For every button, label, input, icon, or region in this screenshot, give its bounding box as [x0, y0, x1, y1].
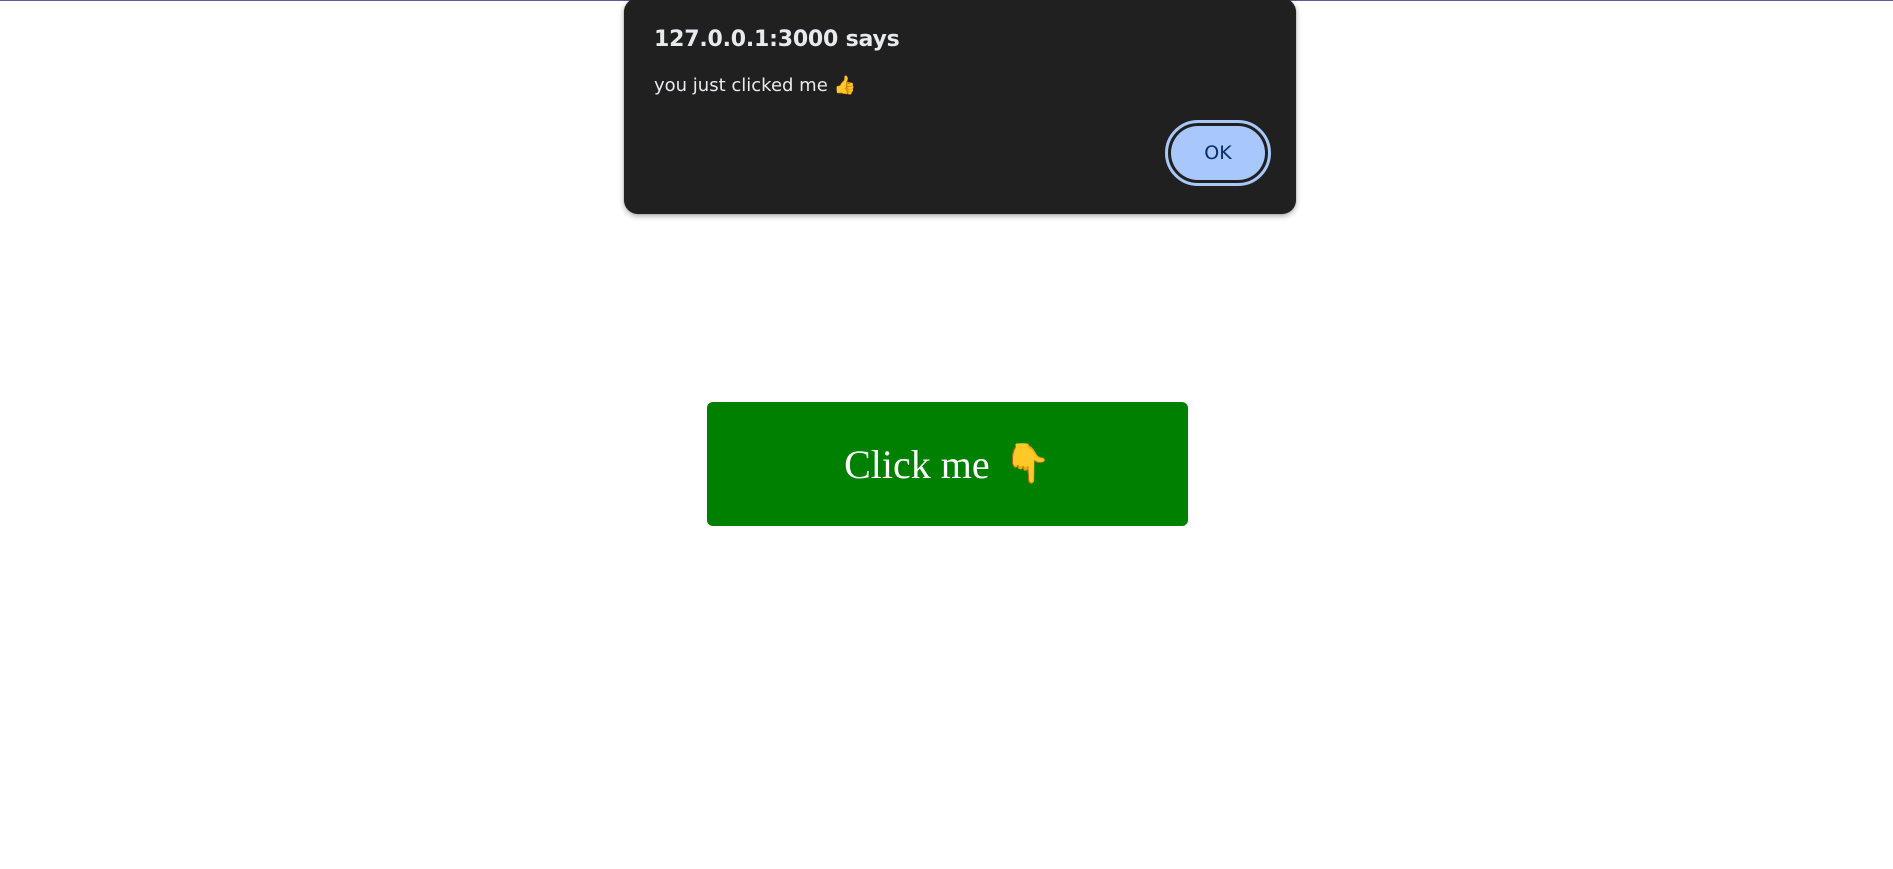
- click-me-label: Click me: [844, 441, 990, 487]
- alert-message-text: you just clicked me: [654, 75, 828, 96]
- thumbs-up-icon: 👍: [833, 75, 857, 96]
- alert-message: you just clicked me 👍: [654, 75, 856, 96]
- click-me-button[interactable]: Click me 👇: [707, 402, 1188, 526]
- ok-button[interactable]: OK: [1171, 126, 1265, 180]
- alert-dialog: 127.0.0.1:3000 says you just clicked me 👍…: [624, 0, 1296, 214]
- pointing-down-icon: 👇: [1003, 443, 1051, 485]
- page: 127.0.0.1:3000 says you just clicked me 👍…: [0, 0, 1893, 869]
- alert-title: 127.0.0.1:3000 says: [654, 27, 900, 52]
- ok-button-focus-ring: OK: [1165, 120, 1271, 186]
